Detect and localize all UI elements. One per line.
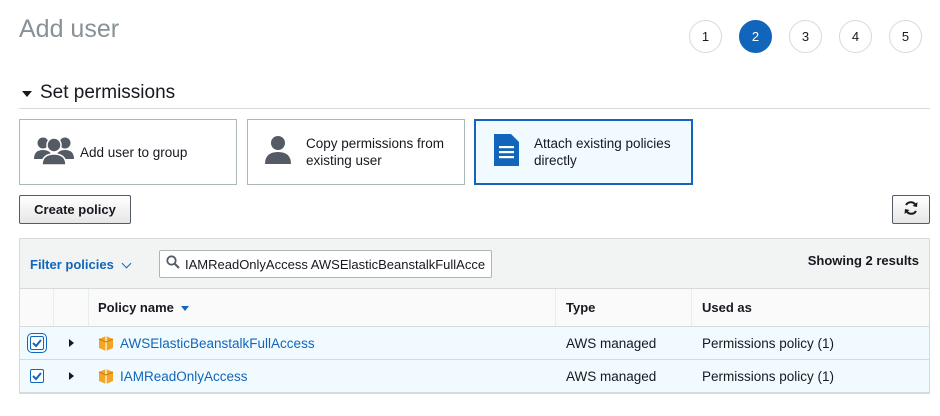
column-type[interactable]: Type	[556, 289, 692, 326]
step-5[interactable]: 5	[889, 20, 922, 53]
step-2[interactable]: 2	[739, 20, 772, 53]
column-policy-name[interactable]: Policy name	[89, 289, 556, 326]
policy-name-cell: IAMReadOnlyAccess	[89, 360, 556, 392]
sort-descending-icon	[180, 306, 189, 311]
refresh-icon	[903, 200, 919, 219]
option-label: Attach existing policies directly	[534, 135, 671, 169]
option-label-line-1: Attach existing policies	[534, 136, 671, 151]
attach-policies-option[interactable]: Attach existing policies directly	[474, 119, 693, 185]
chevron-down-icon	[121, 258, 132, 268]
row-select-cell	[20, 327, 54, 359]
user-icon	[264, 135, 292, 169]
header-expand-cell	[54, 289, 89, 326]
row-expand-cell	[54, 327, 89, 359]
row-checkbox[interactable]	[27, 333, 47, 353]
table-row[interactable]: AWSElasticBeanstalkFullAccess AWS manage…	[20, 327, 929, 360]
add-user-to-group-option[interactable]: Add user to group	[19, 119, 237, 185]
row-checkbox[interactable]	[30, 369, 44, 383]
policies-table: Filter policies Showing 2 results Policy…	[19, 238, 930, 394]
option-label: Copy permissions from existing user	[306, 135, 444, 169]
policy-link[interactable]: IAMReadOnlyAccess	[120, 369, 248, 384]
set-permissions-header[interactable]: Set permissions	[19, 82, 930, 109]
row-select-cell	[20, 360, 54, 392]
document-icon	[492, 133, 520, 171]
type-cell: AWS managed	[566, 368, 657, 384]
expand-arrow-icon[interactable]	[69, 372, 74, 380]
caret-down-icon	[22, 91, 32, 97]
header-select-cell	[20, 289, 54, 326]
aws-managed-policy-icon	[98, 335, 114, 351]
search-icon	[166, 254, 180, 274]
step-4[interactable]: 4	[839, 20, 872, 53]
filter-bar: Filter policies Showing 2 results	[20, 239, 929, 289]
create-policy-button[interactable]: Create policy	[19, 195, 131, 224]
used-as-cell: Permissions policy (1)	[702, 335, 835, 351]
checkmark-icon	[32, 372, 42, 381]
step-3[interactable]: 3	[789, 20, 822, 53]
policy-link[interactable]: AWSElasticBeanstalkFullAccess	[120, 336, 315, 351]
wizard-steps: 1 2 3 4 5	[689, 20, 922, 53]
option-label: Add user to group	[80, 144, 188, 160]
page-title: Add user	[19, 15, 120, 43]
option-label-line-2: existing user	[306, 153, 382, 168]
checkmark-icon	[32, 339, 42, 348]
refresh-button[interactable]	[892, 195, 930, 224]
option-label-line-1: Copy permissions from	[306, 136, 445, 151]
step-1[interactable]: 1	[689, 20, 722, 53]
policy-name-cell: AWSElasticBeanstalkFullAccess	[89, 327, 556, 359]
aws-managed-policy-icon	[98, 368, 114, 384]
filter-label: Filter policies	[30, 257, 114, 272]
filter-policies-dropdown[interactable]: Filter policies	[30, 257, 132, 272]
column-used-as[interactable]: Used as	[692, 289, 929, 326]
table-header: Policy name Type Used as	[20, 289, 929, 327]
results-count: Showing 2 results	[807, 253, 919, 268]
column-label: Policy name	[98, 300, 174, 315]
search-input[interactable]	[185, 256, 485, 272]
expand-arrow-icon[interactable]	[69, 339, 74, 347]
table-row[interactable]: IAMReadOnlyAccess AWS managed Permission…	[20, 360, 929, 393]
search-field[interactable]	[159, 250, 492, 278]
copy-permissions-option[interactable]: Copy permissions from existing user	[247, 119, 465, 185]
used-as-cell: Permissions policy (1)	[702, 368, 835, 384]
row-expand-cell	[54, 360, 89, 392]
users-group-icon	[32, 133, 76, 171]
option-label-line-2: directly	[534, 153, 577, 168]
section-title: Set permissions	[40, 82, 176, 103]
type-cell: AWS managed	[566, 335, 657, 351]
